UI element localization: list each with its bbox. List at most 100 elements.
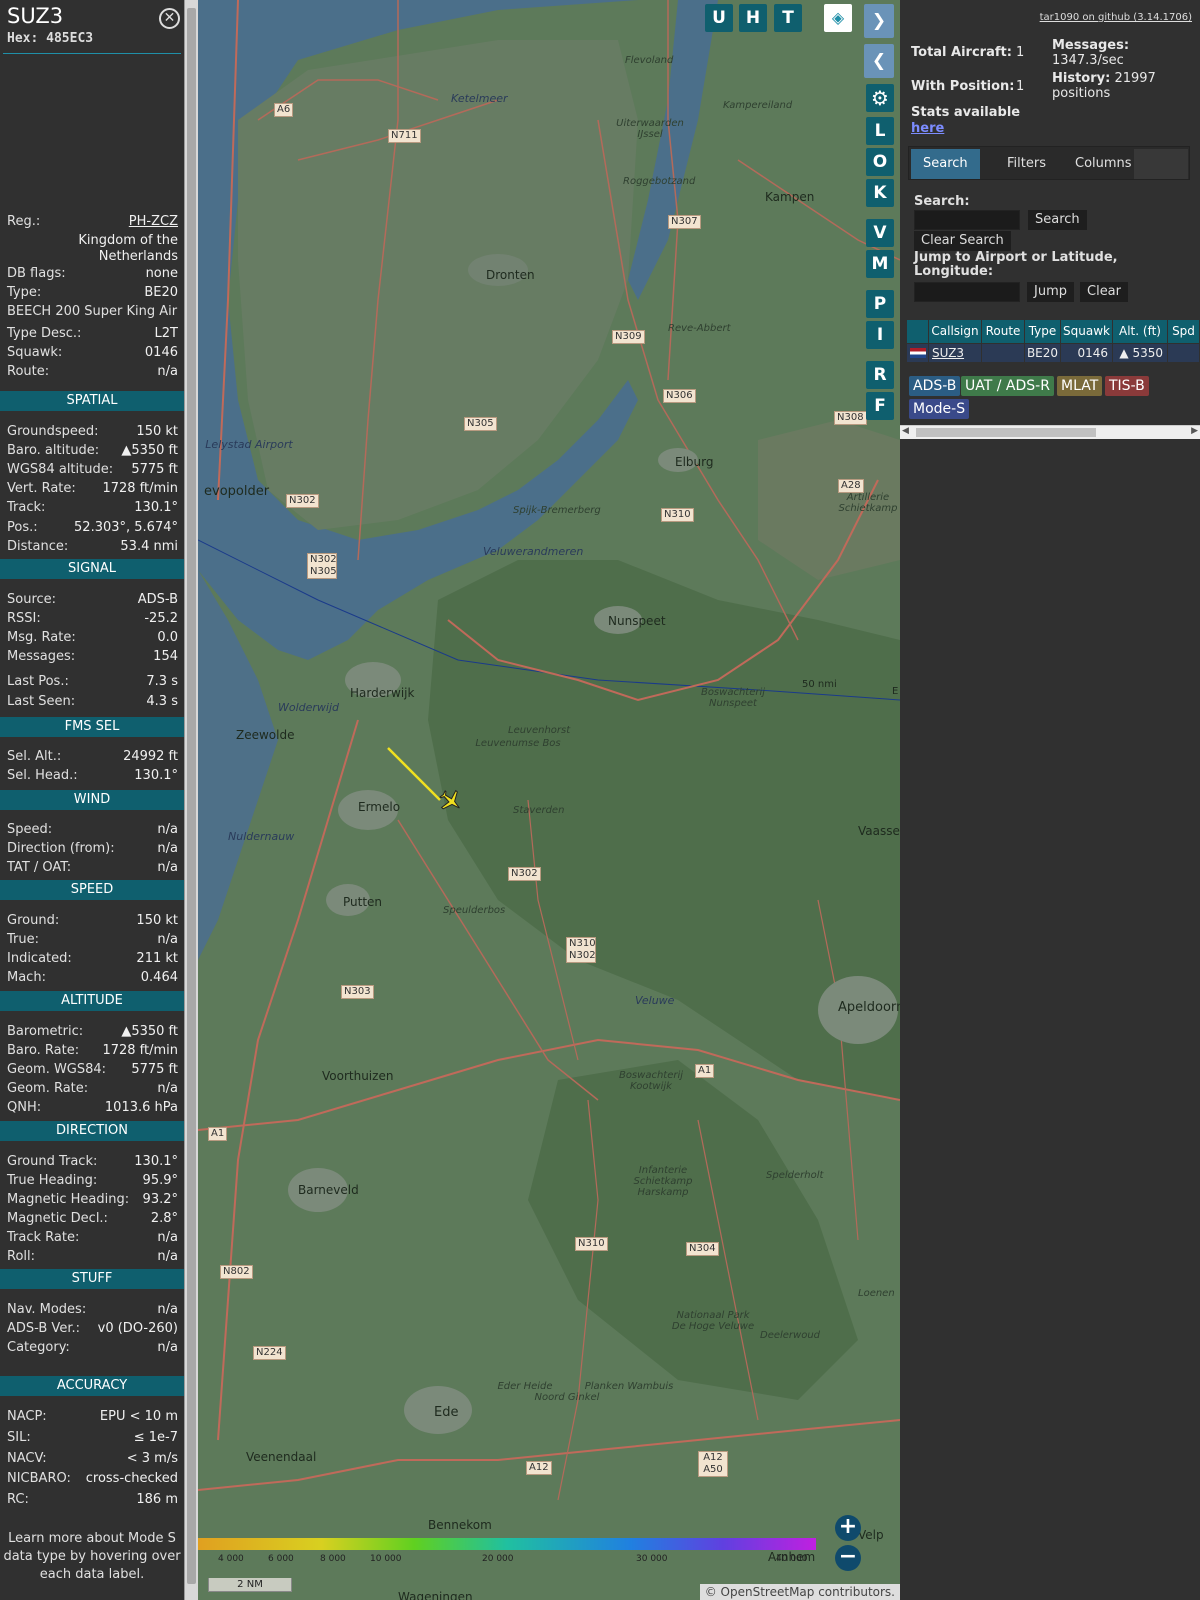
map[interactable]: Flevoland Ketelmeer Kampereiland Uiterwaard… (198, 0, 900, 1600)
info-row-label[interactable]: Baro. altitude: (7, 442, 99, 460)
info-row-label[interactable]: Nav. Modes: (7, 1301, 86, 1319)
info-row-label[interactable]: Ground: (7, 912, 59, 930)
info-row-label[interactable]: TAT / OAT: (7, 859, 71, 877)
map-place-label: Ketelmeer (451, 92, 508, 105)
map-place-label: Veenendaal (246, 1450, 317, 1464)
layers-icon[interactable]: ◈ (824, 4, 852, 32)
map-button-t[interactable]: T (774, 4, 802, 32)
clear-search-button[interactable]: Clear Search (914, 231, 1011, 251)
info-row: ADS-B Ver.: v0 (DO-260) (7, 1320, 178, 1338)
scrollbar-thumb[interactable] (187, 8, 196, 1584)
info-row-label[interactable]: QNH: (7, 1099, 41, 1117)
map-place-label: Infanterie Schietkamp Harskamp (633, 1165, 693, 1198)
map-button-o[interactable]: O (866, 148, 894, 176)
info-row-label[interactable]: Direction (from): (7, 840, 115, 858)
tab-search[interactable]: Search (911, 149, 980, 179)
settings-gear-icon[interactable]: ⚙ (866, 84, 894, 112)
info-row: TAT / OAT: n/a (7, 859, 178, 877)
map-button-u[interactable]: U (705, 4, 733, 32)
info-row-label[interactable]: Magnetic Heading: (7, 1191, 129, 1209)
colorbar-tick-label: 10 000 (370, 1554, 402, 1564)
tab-filters[interactable]: Filters (995, 149, 1058, 179)
info-row-label[interactable]: True Heading: (7, 1172, 97, 1190)
info-row-label[interactable]: Baro. Rate: (7, 1042, 79, 1060)
map-button-v[interactable]: V (866, 219, 894, 247)
column-header-spd[interactable]: Spd (1168, 320, 1200, 343)
info-row-label[interactable]: WGS84 altitude: (7, 461, 113, 479)
info-row-label[interactable]: Sel. Head.: (7, 767, 78, 785)
column-header-alt[interactable]: Alt. (ft) (1113, 320, 1168, 343)
info-row-label[interactable]: Geom. Rate: (7, 1080, 88, 1098)
stats-link[interactable]: here (911, 121, 944, 136)
info-row-label[interactable]: Msg. Rate: (7, 629, 76, 647)
collapse-left-icon[interactable]: ❮ (864, 44, 894, 78)
info-row-label[interactable]: Last Seen: (7, 693, 75, 711)
column-header-route[interactable]: Route (982, 320, 1025, 343)
column-header-type[interactable]: Type (1025, 320, 1061, 343)
scroll-left-icon[interactable]: ◀ (902, 426, 909, 436)
zoom-in-button[interactable]: + (835, 1515, 861, 1541)
road-shield: N302 N305 (307, 553, 337, 579)
info-row-label[interactable]: Messages: (7, 648, 75, 666)
info-row-value[interactable]: PH-ZCZ (129, 213, 178, 231)
jump-button[interactable]: Jump (1027, 282, 1074, 302)
close-icon[interactable]: ✕ (159, 8, 180, 29)
info-row-label[interactable]: Barometric: (7, 1023, 83, 1041)
info-row-label[interactable]: NACV: (7, 1450, 47, 1468)
info-row-label[interactable]: NACP: (7, 1408, 47, 1426)
info-row-label[interactable]: Vert. Rate: (7, 480, 76, 498)
map-attribution[interactable]: © OpenStreetMap contributors. (699, 1584, 900, 1600)
info-row-label[interactable]: Pos.: (7, 519, 38, 537)
expand-right-icon[interactable]: ❯ (864, 4, 894, 38)
info-scrollbar[interactable] (184, 0, 198, 1600)
map-button-k[interactable]: K (866, 179, 894, 207)
colorbar-tick-label: 20 000 (482, 1554, 514, 1564)
jump-input[interactable] (914, 282, 1020, 302)
github-link[interactable]: tar1090 on github (3.14.1706) (1040, 12, 1192, 23)
info-row-label[interactable]: Mach: (7, 969, 46, 987)
tab-columns[interactable]: Columns (1063, 149, 1144, 179)
info-row-value: < 3 m/s (126, 1451, 178, 1466)
map-button-f[interactable]: F (866, 392, 894, 420)
info-row-label[interactable]: Distance: (7, 538, 68, 556)
info-row-label[interactable]: RC: (7, 1491, 29, 1509)
info-row-label[interactable]: Roll: (7, 1248, 35, 1266)
map-button-r[interactable]: R (866, 361, 894, 389)
info-row-label[interactable]: ADS-B Ver.: (7, 1320, 80, 1338)
search-button[interactable]: Search (1028, 210, 1087, 230)
map-button-m[interactable]: M (866, 250, 894, 278)
info-row-label[interactable]: Geom. WGS84: (7, 1061, 106, 1079)
info-row-label[interactable]: Indicated: (7, 950, 72, 968)
info-row: WGS84 altitude: 5775 ft (7, 461, 178, 479)
info-row-label[interactable]: Category: (7, 1339, 70, 1357)
info-row-label[interactable]: Groundspeed: (7, 423, 98, 441)
column-header-squawk[interactable]: Squawk (1061, 320, 1113, 343)
map-button-h[interactable]: H (739, 4, 767, 32)
info-row-label[interactable]: RSSI: (7, 610, 41, 628)
cell-callsign[interactable]: SUZ3 (929, 344, 982, 362)
info-row-label[interactable]: NICBARO: (7, 1470, 71, 1488)
table-horizontal-scrollbar[interactable]: ◀ ▶ (900, 425, 1200, 439)
info-row-label[interactable]: Track: (7, 499, 45, 517)
info-row-label[interactable]: Track Rate: (7, 1229, 79, 1247)
info-row-label[interactable]: Ground Track: (7, 1153, 97, 1171)
info-row: NICBARO: cross-checked (7, 1470, 178, 1488)
map-button-i[interactable]: I (866, 321, 894, 349)
map-place-label: Apeldoorn (838, 1000, 900, 1015)
info-row-label[interactable]: Magnetic Decl.: (7, 1210, 108, 1228)
scrollbar-thumb[interactable] (916, 428, 1096, 437)
info-row-label[interactable]: Sel. Alt.: (7, 748, 61, 766)
info-row-label[interactable]: Last Pos.: (7, 673, 69, 691)
zoom-out-button[interactable]: − (835, 1545, 861, 1571)
info-row-label[interactable]: SIL: (7, 1429, 31, 1447)
scroll-right-icon[interactable]: ▶ (1191, 426, 1198, 436)
search-input[interactable] (914, 210, 1020, 230)
column-header-callsign[interactable]: Callsign (929, 320, 982, 343)
clear-jump-button[interactable]: Clear (1080, 282, 1128, 302)
info-row: Roll: n/a (7, 1248, 178, 1266)
map-button-l[interactable]: L (866, 117, 894, 145)
map-button-p[interactable]: P (866, 290, 894, 318)
info-row-label[interactable]: Source: (7, 591, 56, 609)
info-row-label[interactable]: True: (7, 931, 39, 949)
info-row-label[interactable]: Speed: (7, 821, 52, 839)
